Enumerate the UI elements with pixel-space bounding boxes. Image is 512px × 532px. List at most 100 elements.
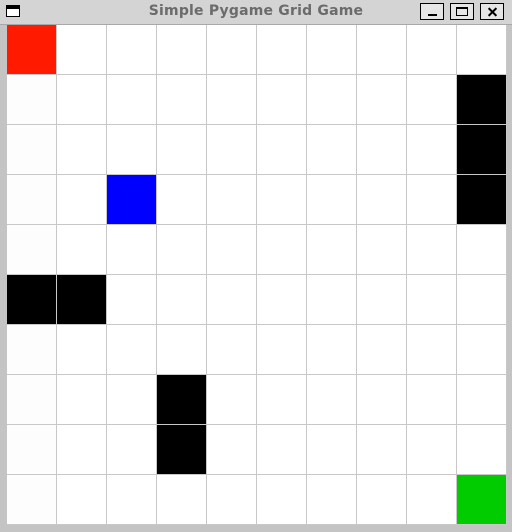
grid-cell-empty [7,75,57,125]
grid-cell-empty [307,225,357,275]
grid-cell-empty [157,25,207,75]
grid-cell-empty [257,75,307,125]
grid-cell-empty [207,275,257,325]
grid-cell-empty [57,475,107,525]
wall-block [57,275,107,325]
grid-cell-empty [7,125,57,175]
grid-cell-empty [57,75,107,125]
grid-cell-empty [357,325,407,375]
title-bar[interactable]: Simple Pygame Grid Game [0,0,512,25]
grid-cell-empty [407,175,457,225]
grid-cell-empty [257,475,307,525]
grid-cell-empty [57,325,107,375]
grid-cell-empty [157,225,207,275]
wall-block [457,175,507,225]
goal-square [457,475,507,525]
grid-cell-empty [107,325,157,375]
grid-cell-empty [307,325,357,375]
grid-cell-empty [457,325,507,375]
grid-cell-empty [257,175,307,225]
grid-cell-empty [357,475,407,525]
grid-cell-empty [107,475,157,525]
grid-cell-empty [457,375,507,425]
grid-cell-empty [107,375,157,425]
grid-cell-empty [407,125,457,175]
grid-cell-empty [57,175,107,225]
grid-cell-empty [207,75,257,125]
grid-cell-empty [7,375,57,425]
grid-cell-empty [357,425,407,475]
grid-cell-empty [7,175,57,225]
grid-cell-empty [7,325,57,375]
grid-cell-empty [307,25,357,75]
grid-cell-empty [207,375,257,425]
grid-cell-empty [257,425,307,475]
grid-cell-empty [107,125,157,175]
grid-cell-empty [307,475,357,525]
grid-cell-empty [357,175,407,225]
grid-cell-empty [157,75,207,125]
grid-cell-empty [157,125,207,175]
grid-cell-empty [157,275,207,325]
grid-cell-empty [307,425,357,475]
grid-cell-empty [407,75,457,125]
grid-cell-empty [457,25,507,75]
grid-cell-empty [457,275,507,325]
grid-cell-empty [407,325,457,375]
grid-cell-empty [357,25,407,75]
grid-cell-empty [307,75,357,125]
grid-cell-empty [257,225,307,275]
minimize-button[interactable] [420,3,444,20]
grid-cell-empty [57,125,107,175]
grid-cell-empty [307,375,357,425]
grid-cell-empty [207,25,257,75]
grid-cell-empty [57,425,107,475]
grid-cell-empty [407,225,457,275]
grid-cell-empty [307,275,357,325]
grid-cell-empty [407,25,457,75]
grid-cell-empty [407,475,457,525]
grid-cell-empty [107,225,157,275]
grid-cell-empty [357,125,407,175]
grid-cell-empty [257,325,307,375]
grid-cell-empty [207,225,257,275]
grid-cell-empty [407,275,457,325]
grid-cell-empty [7,425,57,475]
grid-cell-empty [157,475,207,525]
grid-cell-empty [407,425,457,475]
game-window: Simple Pygame Grid Game [0,0,512,532]
close-button[interactable] [480,3,504,20]
grid-cell-empty [257,25,307,75]
grid-cell-empty [57,225,107,275]
grid-cell-empty [257,275,307,325]
maximize-button[interactable] [450,3,474,20]
wall-block [157,375,207,425]
grid-cell-empty [207,425,257,475]
grid-cell-empty [207,125,257,175]
grid-cell-empty [157,325,207,375]
grid-cell-empty [357,225,407,275]
grid-cell-empty [57,375,107,425]
grid-cell-empty [257,125,307,175]
grid-cell-empty [457,425,507,475]
enemy-square [107,175,157,225]
grid-cell-empty [107,25,157,75]
wall-block [457,75,507,125]
grid-cell-empty [357,375,407,425]
grid-cell-empty [207,325,257,375]
grid-cell-empty [107,75,157,125]
grid-cell-empty [7,475,57,525]
grid-cell-empty [357,75,407,125]
grid-cell-empty [407,375,457,425]
grid-cell-empty [107,425,157,475]
grid-cell-empty [457,225,507,275]
wall-block [7,275,57,325]
grid-cell-empty [357,275,407,325]
player-square [7,25,57,75]
grid-cell-empty [107,275,157,325]
grid-cell-empty [157,175,207,225]
wall-block [457,125,507,175]
wall-block [157,425,207,475]
game-grid[interactable] [7,25,507,525]
grid-cell-empty [207,175,257,225]
